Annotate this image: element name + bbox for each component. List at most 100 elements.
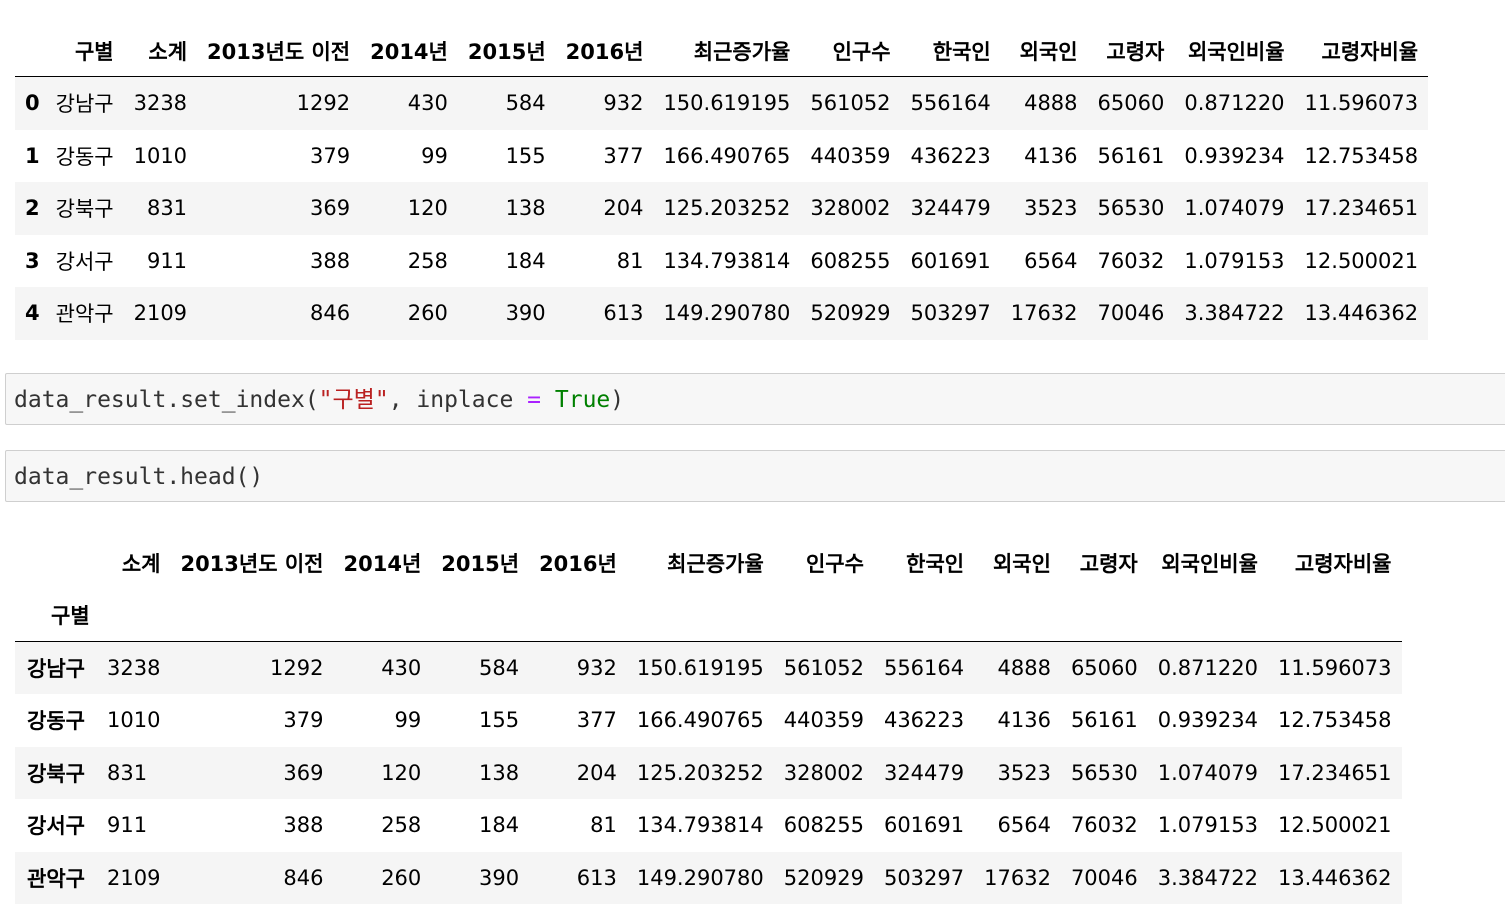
table-cell: 390 [505,301,546,326]
table-cell: 520929 [783,865,864,890]
code-cell-head[interactable]: data_result.head() [5,450,1505,502]
table-cell: 56161 [1070,708,1138,733]
table-cell: 76032 [1097,248,1165,273]
header-empty-cell [1060,589,1148,642]
table-cell: 76032 [1070,813,1138,838]
table-cell: 561052 [783,655,864,680]
table-cell: 608255 [810,248,891,273]
table-cell: 4136 [997,708,1051,733]
table-cell: 13.446362 [1277,865,1392,890]
row-index: 3 [25,248,40,273]
table-cell: 601691 [883,813,965,838]
table-cell: 369 [310,196,351,221]
table-cell: 1010 [133,143,188,168]
header-empty-cell [1147,589,1268,642]
table-cell: 260 [381,865,422,890]
table-cell: 99 [421,143,448,168]
table-cell: 150.619195 [663,91,791,116]
table-cell: 377 [576,708,617,733]
table-cell: 120 [381,760,422,785]
table-cell: 430 [381,655,422,680]
table-cell: 0.871220 [1157,655,1258,680]
table-cell: 440359 [783,708,864,733]
column-header: 소계 [121,552,161,577]
table-cell: 4136 [1024,143,1078,168]
column-header: 인구수 [805,552,864,577]
header-empty-cell [529,589,627,642]
table-cell: 440359 [810,143,891,168]
column-header: 외국인 [992,552,1051,577]
header-empty-cell [333,589,432,642]
table-cell: 390 [478,865,520,890]
dataframe-output-2: 소계 2013년도 이전 2014년 2015년 2016년 최근증가율 인구수… [15,537,1402,904]
table-cell: 관악구 [55,302,114,327]
table-cell: 1292 [270,655,324,680]
table-cell: 260 [407,301,448,326]
table-cell: 503297 [883,865,965,890]
table-row: 강동구 1010 379 99 155 377 166.490765 44035… [15,694,1402,747]
table-cell: 11.596073 [1304,91,1419,116]
column-header: 인구수 [800,25,901,77]
table-cell: 134.793814 [663,248,791,273]
table-cell: 17.234651 [1277,760,1392,785]
table-cell: 1.079153 [1157,813,1258,838]
table-cell: 81 [590,813,617,838]
row-index: 4 [25,301,40,326]
column-header: 한국인 [900,25,1001,77]
table-header-row: 구별 소계 2013년도 이전 2014년 2015년 2016년 최근증가율 … [15,25,1429,77]
table-cell: 3238 [107,655,161,680]
row-index: 0 [25,91,40,116]
column-header: 소계 [123,25,198,77]
table-cell: 1.079153 [1184,248,1285,273]
table-cell: 1.074079 [1184,196,1285,221]
index-name-row: 구별 [15,589,1402,642]
code-cell-set-index[interactable]: data_result.set_index("구별", inplace = Tr… [5,373,1505,425]
column-header: 2016년 [555,25,654,77]
table-cell: 138 [505,196,546,221]
table-cell: 12.500021 [1277,813,1392,838]
table-cell: 강동구 [55,144,114,169]
table-cell: 70046 [1070,865,1138,890]
table-cell: 258 [407,248,448,273]
table-cell: 520929 [810,301,891,326]
table-cell: 436223 [883,708,965,733]
row-index: 강남구 [27,656,85,681]
column-header: 2016년 [539,552,617,577]
table-cell: 3523 [1024,196,1078,221]
table-cell: 2109 [133,301,188,326]
table-cell: 155 [478,708,520,733]
dataframe-output-1: 구별 소계 2013년도 이전 2014년 2015년 2016년 최근증가율 … [15,25,1429,340]
table-cell: 584 [478,655,520,680]
column-header: 고령자 [1087,25,1175,77]
table-row: 3 강서구 911 388 258 184 81 134.793814 6082… [15,234,1429,287]
table-cell: 503297 [910,301,991,326]
table-row: 4 관악구 2109 846 260 390 613 149.290780 52… [15,287,1429,340]
column-header: 외국인비율 [1174,25,1295,77]
table-cell: 184 [505,248,546,273]
table-cell: 556164 [910,91,991,116]
table-cell: 134.793814 [636,813,764,838]
table-cell: 4888 [1024,91,1078,116]
row-index: 강동구 [27,709,85,734]
header-empty-cell [873,589,975,642]
table-row: 2 강북구 831 369 120 138 204 125.203252 328… [15,182,1429,235]
table-cell: 17632 [984,865,1051,890]
table-cell: 강남구 [55,92,114,117]
table-header-row: 소계 2013년도 이전 2014년 2015년 2016년 최근증가율 인구수… [15,537,1402,590]
code-text: data_result.head() [14,464,264,490]
index-name-header: 구별 [15,589,105,642]
column-header: 고령자비율 [1294,552,1392,577]
table-cell: 125.203252 [663,196,791,221]
column-header: 고령자비율 [1294,25,1429,77]
table-cell: 3238 [133,91,188,116]
table-cell: 377 [603,143,644,168]
code-token: set_index [180,387,305,413]
table-cell: 3.384722 [1184,301,1285,326]
table-cell: 204 [603,196,644,221]
table-cell: 3523 [997,760,1051,785]
row-index: 강북구 [27,761,85,786]
table-row: 관악구 2109 846 260 390 613 149.290780 5209… [15,851,1402,904]
table-cell: 12.753458 [1304,143,1419,168]
table-cell: 99 [394,708,422,733]
table-cell: 561052 [810,91,891,116]
